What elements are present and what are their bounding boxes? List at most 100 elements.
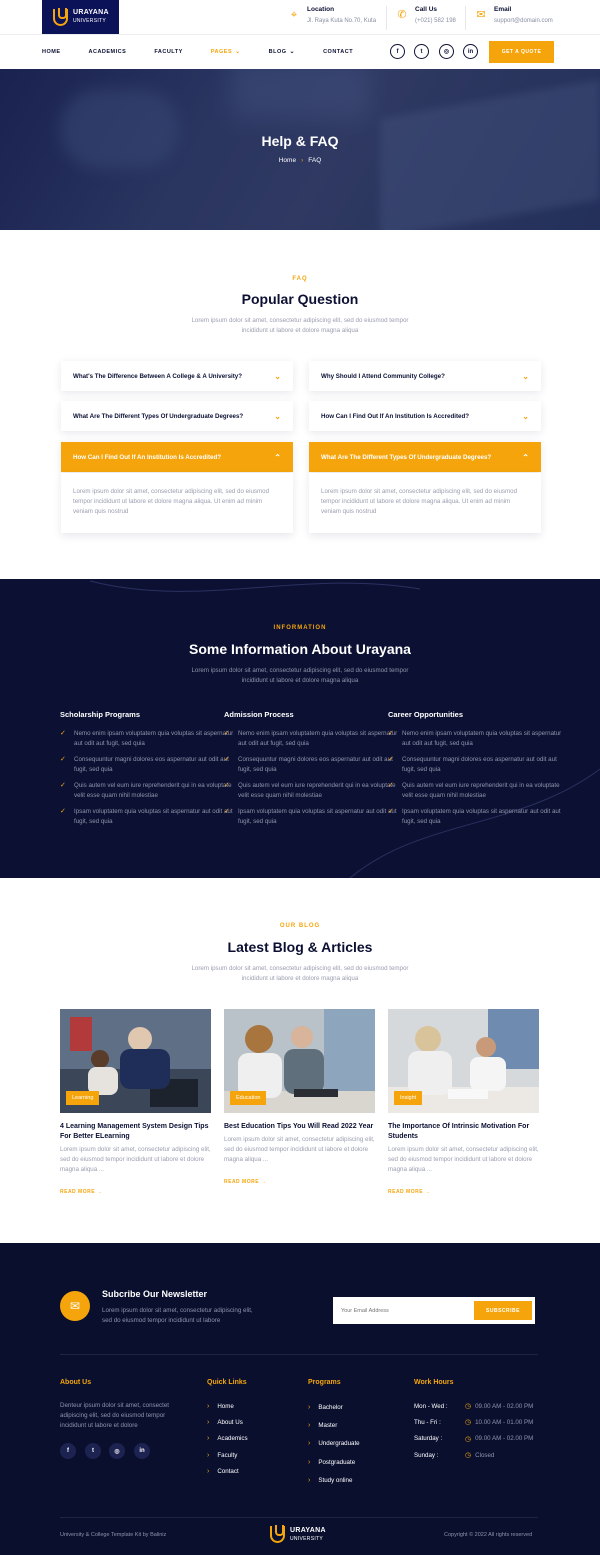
breadcrumb-home[interactable]: Home <box>279 157 296 164</box>
blog-tag[interactable]: Learning <box>66 1091 100 1105</box>
blog-tag[interactable]: Education <box>230 1091 267 1105</box>
newsletter-envelope-icon: ✉ <box>60 1291 90 1321</box>
subscribe-button[interactable]: SUBSCRIBE <box>474 1301 532 1320</box>
read-more-link[interactable]: READ MORE → <box>224 1179 375 1185</box>
program-link[interactable]: › Postgraduate <box>308 1453 360 1471</box>
chevron-right-icon: › <box>308 1458 311 1466</box>
blog-image[interactable]: Education <box>224 1009 375 1113</box>
blog-card[interactable]: Insight The Importance Of Intrinsic Moti… <box>388 1009 539 1195</box>
nav-blog-label: BLOG <box>268 48 287 55</box>
info-section: INFORMATION Some Information About Uraya… <box>0 579 600 878</box>
instagram-icon[interactable]: ◎ <box>109 1443 125 1459</box>
blog-card[interactable]: Learning 4 Learning Management System De… <box>60 1009 211 1195</box>
newsletter-subtitle: Lorem ipsum dolor sit amet, consectetur … <box>102 1307 253 1324</box>
read-more-link[interactable]: READ MORE → <box>60 1189 211 1195</box>
list-item: ✓ Consequuntur magni dolores eos aspernat… <box>388 756 557 773</box>
blog-excerpt: Lorem ipsum dolor sit amet, consectetur … <box>388 1146 539 1173</box>
call-label: Call Us <box>415 6 438 13</box>
facebook-icon[interactable]: f <box>390 44 405 59</box>
breadcrumb: Home › FAQ <box>0 157 600 164</box>
faq-question: What's The Difference Between A College … <box>73 372 243 380</box>
list-item: ✓ Consequuntur magni dolores eos aspernat… <box>60 756 229 773</box>
blog-excerpt: Lorem ipsum dolor sit amet, consectetur … <box>224 1136 375 1163</box>
email-value[interactable]: support@domain.com <box>494 18 553 24</box>
map-pin-icon: ⌖ <box>290 9 298 21</box>
program-link[interactable]: › Master <box>308 1416 360 1434</box>
brand-logo[interactable]: URAYANA UNIVERSITY <box>42 0 119 34</box>
clock-icon: ◷ <box>465 1435 472 1443</box>
quick-link[interactable]: › Faculty <box>207 1447 248 1463</box>
get-quote-button[interactable]: GET A QUOTE <box>489 41 554 63</box>
faq-answer: Lorem ipsum dolor sit amet, consectetur … <box>309 473 541 533</box>
blog-image[interactable]: Insight <box>388 1009 539 1113</box>
quick-link[interactable]: › Home <box>207 1398 248 1414</box>
footer-quick-title: Quick Links <box>207 1379 247 1386</box>
read-more-link[interactable]: READ MORE → <box>388 1189 539 1195</box>
faq-item[interactable]: What's The Difference Between A College … <box>61 361 293 391</box>
twitter-icon[interactable]: t <box>85 1443 101 1459</box>
program-link[interactable]: › Study online <box>308 1471 360 1489</box>
work-hours: Mon - Wed : ◷ 09.00 AM - 02.00 PM Thu - Fr… <box>414 1398 533 1463</box>
faq-item-open[interactable]: How Can I Find Out If An Institution Is … <box>61 442 293 472</box>
check-icon: ✓ <box>388 782 394 789</box>
main-nav: HOME ACADEMICS FACULTY PAGES ⌄ BLOG ⌄ CONT… <box>42 48 381 56</box>
blog-tag[interactable]: Insight <box>394 1091 423 1105</box>
blog-image[interactable]: Learning <box>60 1009 211 1113</box>
nav-contact[interactable]: CONTACT <box>323 48 353 55</box>
blog-post-title[interactable]: The Importance Of Intrinsic Motivation F… <box>388 1122 539 1142</box>
quick-link[interactable]: › About Us <box>207 1414 248 1430</box>
program-link[interactable]: › Bachelor <box>308 1398 360 1416</box>
faq-item[interactable]: What Are The Different Types Of Undergra… <box>61 401 293 431</box>
check-icon: ✓ <box>388 756 394 763</box>
arrow-right-icon: → <box>96 1189 103 1195</box>
hours-day: Saturday : <box>414 1435 443 1443</box>
breadcrumb-current: FAQ <box>308 157 322 164</box>
chevron-right-icon: › <box>207 1418 210 1426</box>
linkedin-icon[interactable]: in <box>134 1443 150 1459</box>
footer-programs-title: Programs <box>308 1379 341 1386</box>
call-value[interactable]: (+021) 582 198 <box>415 18 456 24</box>
blog-post-title[interactable]: Best Education Tips You Will Read 2022 Y… <box>224 1122 375 1132</box>
faq-item[interactable]: Why Should I Attend Community College? ⌄ <box>309 361 541 391</box>
nav-pages[interactable]: PAGES ⌄ <box>210 48 241 56</box>
check-icon: ✓ <box>224 730 230 737</box>
brand-sub: UNIVERSITY <box>290 1535 324 1542</box>
nav-home[interactable]: HOME <box>42 48 61 55</box>
faq-answer: Lorem ipsum dolor sit amet, consectetur … <box>61 473 293 533</box>
nav-pages-label: PAGES <box>210 48 233 55</box>
faq-item[interactable]: How Can I Find Out If An Institution Is … <box>309 401 541 431</box>
twitter-icon[interactable]: t <box>414 44 429 59</box>
blog-post-title[interactable]: 4 Learning Management System Design Tips… <box>60 1122 211 1142</box>
call-info: ✆ Call Us (+021) 582 198 <box>396 6 456 32</box>
chevron-right-icon: › <box>308 1421 311 1429</box>
instagram-icon[interactable]: ◎ <box>439 44 454 59</box>
program-link[interactable]: › Undergraduate <box>308 1435 360 1453</box>
chevron-right-icon: › <box>207 1402 210 1410</box>
chevron-down-icon: ⌄ <box>289 49 296 55</box>
nav-faculty[interactable]: FACULTY <box>154 48 182 55</box>
blog-eyebrow: OUR BLOG <box>279 923 321 929</box>
faq-eyebrow: FAQ <box>292 276 308 282</box>
faq-title: Popular Question <box>241 291 359 307</box>
chevron-right-icon: › <box>207 1435 210 1443</box>
blog-card[interactable]: Education Best Education Tips You Will R… <box>224 1009 375 1185</box>
quick-link[interactable]: › Academics <box>207 1431 248 1447</box>
nav-academics[interactable]: ACADEMICS <box>89 48 127 55</box>
email-input[interactable] <box>333 1297 473 1324</box>
brand-name: URAYANA <box>290 1526 326 1534</box>
location-info: ⌖ Location Jl. Raya Kuta No.70, Kuta <box>288 6 376 32</box>
faq-question: What Are The Different Types Of Undergra… <box>321 453 492 461</box>
chevron-right-icon: › <box>301 157 304 164</box>
facebook-icon[interactable]: f <box>60 1443 76 1459</box>
brand-name: URAYANA <box>73 9 109 16</box>
nav-blog[interactable]: BLOG ⌄ <box>268 48 296 56</box>
quick-link[interactable]: › Contact <box>207 1463 248 1479</box>
hours-day: Thu - Fri : <box>414 1418 441 1426</box>
faq-item-open[interactable]: What Are The Different Types Of Undergra… <box>309 442 541 472</box>
info-column: Admission Process ✓ Nemo enim ipsam volup… <box>224 710 404 833</box>
chevron-right-icon: › <box>207 1451 210 1459</box>
footer-logo[interactable]: URAYANA UNIVERSITY <box>270 1525 326 1543</box>
linkedin-icon[interactable]: in <box>463 44 478 59</box>
list-item: ✓ Quis autem vel eum iure reprehenderit q… <box>224 782 396 799</box>
quick-links-list: › Home › About Us › Academics › Faculty › Con… <box>207 1398 248 1479</box>
